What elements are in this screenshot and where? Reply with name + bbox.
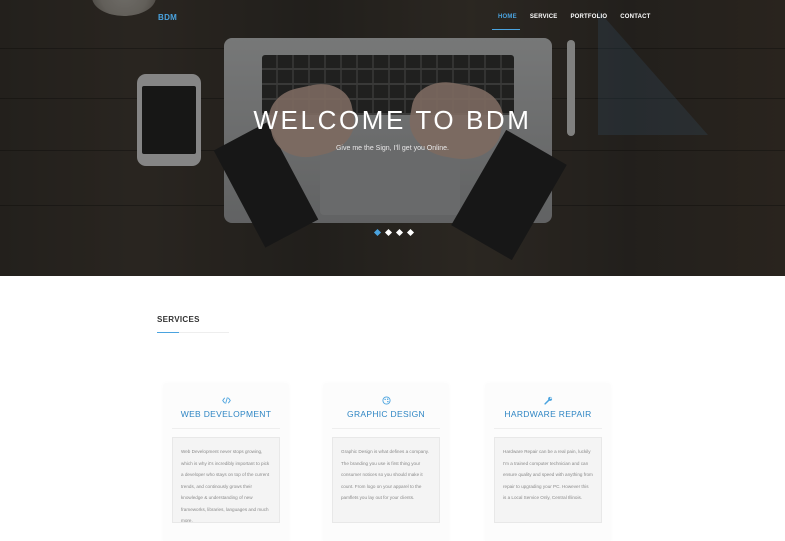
card-text: Graphic Design is what defines a company… (341, 449, 430, 500)
wrench-icon (486, 396, 610, 407)
service-card-web-development: WEB DEVELOPMENT Web Development never st… (164, 384, 288, 541)
heading-divider-accent (157, 332, 179, 333)
card-divider (172, 428, 280, 429)
card-title: GRAPHIC DESIGN (347, 409, 425, 419)
palette-icon (324, 396, 448, 407)
nav-active-indicator (492, 29, 520, 30)
card-text: Hardware Repair can be a real pain, luck… (503, 449, 593, 500)
services-heading: SERVICES (157, 315, 200, 324)
card-body: Graphic Design is what defines a company… (332, 437, 440, 523)
nav-service[interactable]: SERVICE (530, 14, 558, 20)
service-card-graphic-design: GRAPHIC DESIGN Graphic Design is what de… (324, 384, 448, 541)
slider-pagination (373, 228, 415, 237)
card-body: Web Development never stops growing, whi… (172, 437, 280, 523)
code-icon (164, 396, 288, 407)
card-body: Hardware Repair can be a real pain, luck… (494, 437, 602, 523)
main-nav: HOME SERVICE PORTFOLIO CONTACT (498, 14, 651, 20)
slider-dot[interactable] (406, 228, 415, 237)
service-card-hardware-repair: HARDWARE REPAIR Hardware Repair can be a… (486, 384, 610, 541)
nav-home[interactable]: HOME (498, 14, 517, 20)
slider-dot[interactable] (395, 228, 404, 237)
hero-title: WELCOME TO BDM (253, 105, 532, 135)
nav-contact[interactable]: CONTACT (620, 14, 650, 20)
card-title: HARDWARE REPAIR (504, 409, 592, 419)
card-title: WEB DEVELOPMENT (180, 409, 272, 419)
hero-slider: BDM HOME SERVICE PORTFOLIO CONTACT WELCO… (0, 0, 785, 276)
card-divider (494, 428, 602, 429)
brand-logo[interactable]: BDM (158, 13, 177, 22)
hero-subtitle: Give me the Sign, I'll get you Online. (335, 145, 449, 152)
nav-portfolio[interactable]: PORTFOLIO (570, 14, 607, 20)
slider-dot[interactable] (384, 228, 393, 237)
card-text: Web Development never stops growing, whi… (181, 449, 270, 523)
card-divider (332, 428, 440, 429)
slider-dot[interactable] (373, 228, 382, 237)
